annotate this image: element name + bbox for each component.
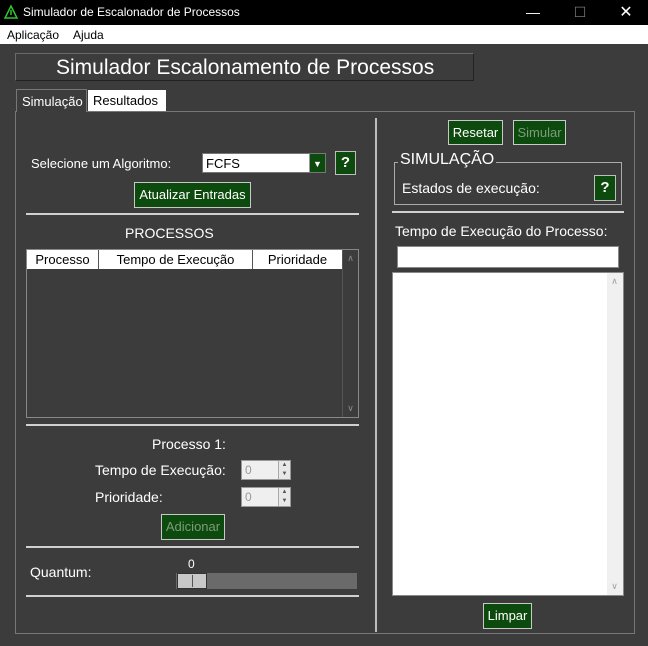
processes-table[interactable]: Processo Tempo de Execução Prioridade ∧ … [26, 249, 359, 418]
priority-spinbox[interactable]: 0 ▲ ▼ [241, 487, 291, 507]
simulation-group-title: SIMULAÇÃO [398, 151, 497, 169]
window-title: Simulador de Escalonador de Processos [23, 5, 240, 19]
header-box: Simulador Escalonamento de Processos [15, 53, 474, 81]
priority-label: Prioridade: [95, 489, 163, 505]
separator [26, 595, 359, 597]
quantum-value: 0 [188, 557, 195, 571]
exec-states-label: Estados de execução: [402, 180, 540, 196]
process-exec-time-label: Tempo de Execução do Processo: [395, 223, 608, 239]
menu-ajuda[interactable]: Ajuda [73, 28, 104, 42]
menu-bar: Aplicação Ajuda [0, 25, 648, 44]
minimize-button[interactable]: — [510, 0, 556, 25]
column-header-prioridade[interactable]: Prioridade [253, 250, 343, 269]
exec-time-label: Tempo de Execução: [95, 462, 226, 478]
exec-time-value: 0 [245, 463, 252, 477]
update-entries-button[interactable]: Atualizar Entradas [134, 182, 251, 208]
scroll-up-icon[interactable]: ∧ [343, 253, 358, 264]
algorithm-select-value: FCFS [206, 156, 240, 171]
maximize-button[interactable]: ☐ [557, 0, 603, 25]
separator [26, 546, 359, 548]
column-header-tempo-execucao[interactable]: Tempo de Execução [99, 250, 253, 269]
clear-button[interactable]: Limpar [483, 603, 532, 629]
exec-time-spinbox[interactable]: 0 ▲ ▼ [241, 460, 291, 480]
column-header-processo[interactable]: Processo [27, 250, 99, 269]
quantum-label: Quantum: [30, 564, 92, 580]
output-scrollbar[interactable]: ∧ ∨ [607, 273, 623, 595]
reset-button[interactable]: Resetar [448, 120, 503, 145]
table-scrollbar[interactable]: ∧ ∨ [342, 250, 358, 417]
page-title: Simulador Escalonamento de Processos [56, 56, 435, 79]
process-exec-time-input[interactable] [397, 246, 619, 268]
scroll-down-icon[interactable]: ∨ [343, 403, 358, 414]
close-button[interactable]: ✕ [603, 0, 648, 25]
chevron-down-icon[interactable]: ▼ [309, 154, 325, 172]
scroll-down-icon[interactable]: ∨ [607, 581, 622, 592]
exec-states-help-button[interactable]: ? [594, 175, 616, 201]
simulation-output[interactable]: ∧ ∨ [392, 272, 624, 596]
algorithm-help-button[interactable]: ? [335, 151, 356, 175]
window-titlebar: Simulador de Escalonador de Processos — … [0, 0, 648, 25]
add-process-button[interactable]: Adicionar [161, 514, 225, 540]
process-heading: Processo 1: [152, 436, 226, 452]
quantum-slider-handle[interactable] [177, 573, 207, 589]
vertical-separator [375, 118, 377, 632]
app-icon [3, 4, 19, 20]
spin-arrows[interactable]: ▲ ▼ [278, 488, 290, 506]
tab-resultados[interactable]: Resultados [88, 90, 166, 111]
separator [392, 211, 624, 213]
scroll-up-icon[interactable]: ∧ [607, 276, 622, 287]
simulate-button[interactable]: Simular [513, 120, 566, 145]
algorithm-label: Selecione um Algoritmo: [31, 156, 172, 171]
menu-aplicacao[interactable]: Aplicação [7, 28, 59, 42]
algorithm-select[interactable]: FCFS ▼ [202, 153, 326, 173]
table-header: Processo Tempo de Execução Prioridade [27, 250, 343, 269]
separator [26, 424, 359, 426]
tab-simulacao[interactable]: Simulação [16, 89, 87, 112]
processes-title: PROCESSOS [125, 225, 214, 241]
priority-value: 0 [245, 490, 252, 504]
separator [26, 213, 359, 215]
spin-arrows[interactable]: ▲ ▼ [278, 461, 290, 479]
